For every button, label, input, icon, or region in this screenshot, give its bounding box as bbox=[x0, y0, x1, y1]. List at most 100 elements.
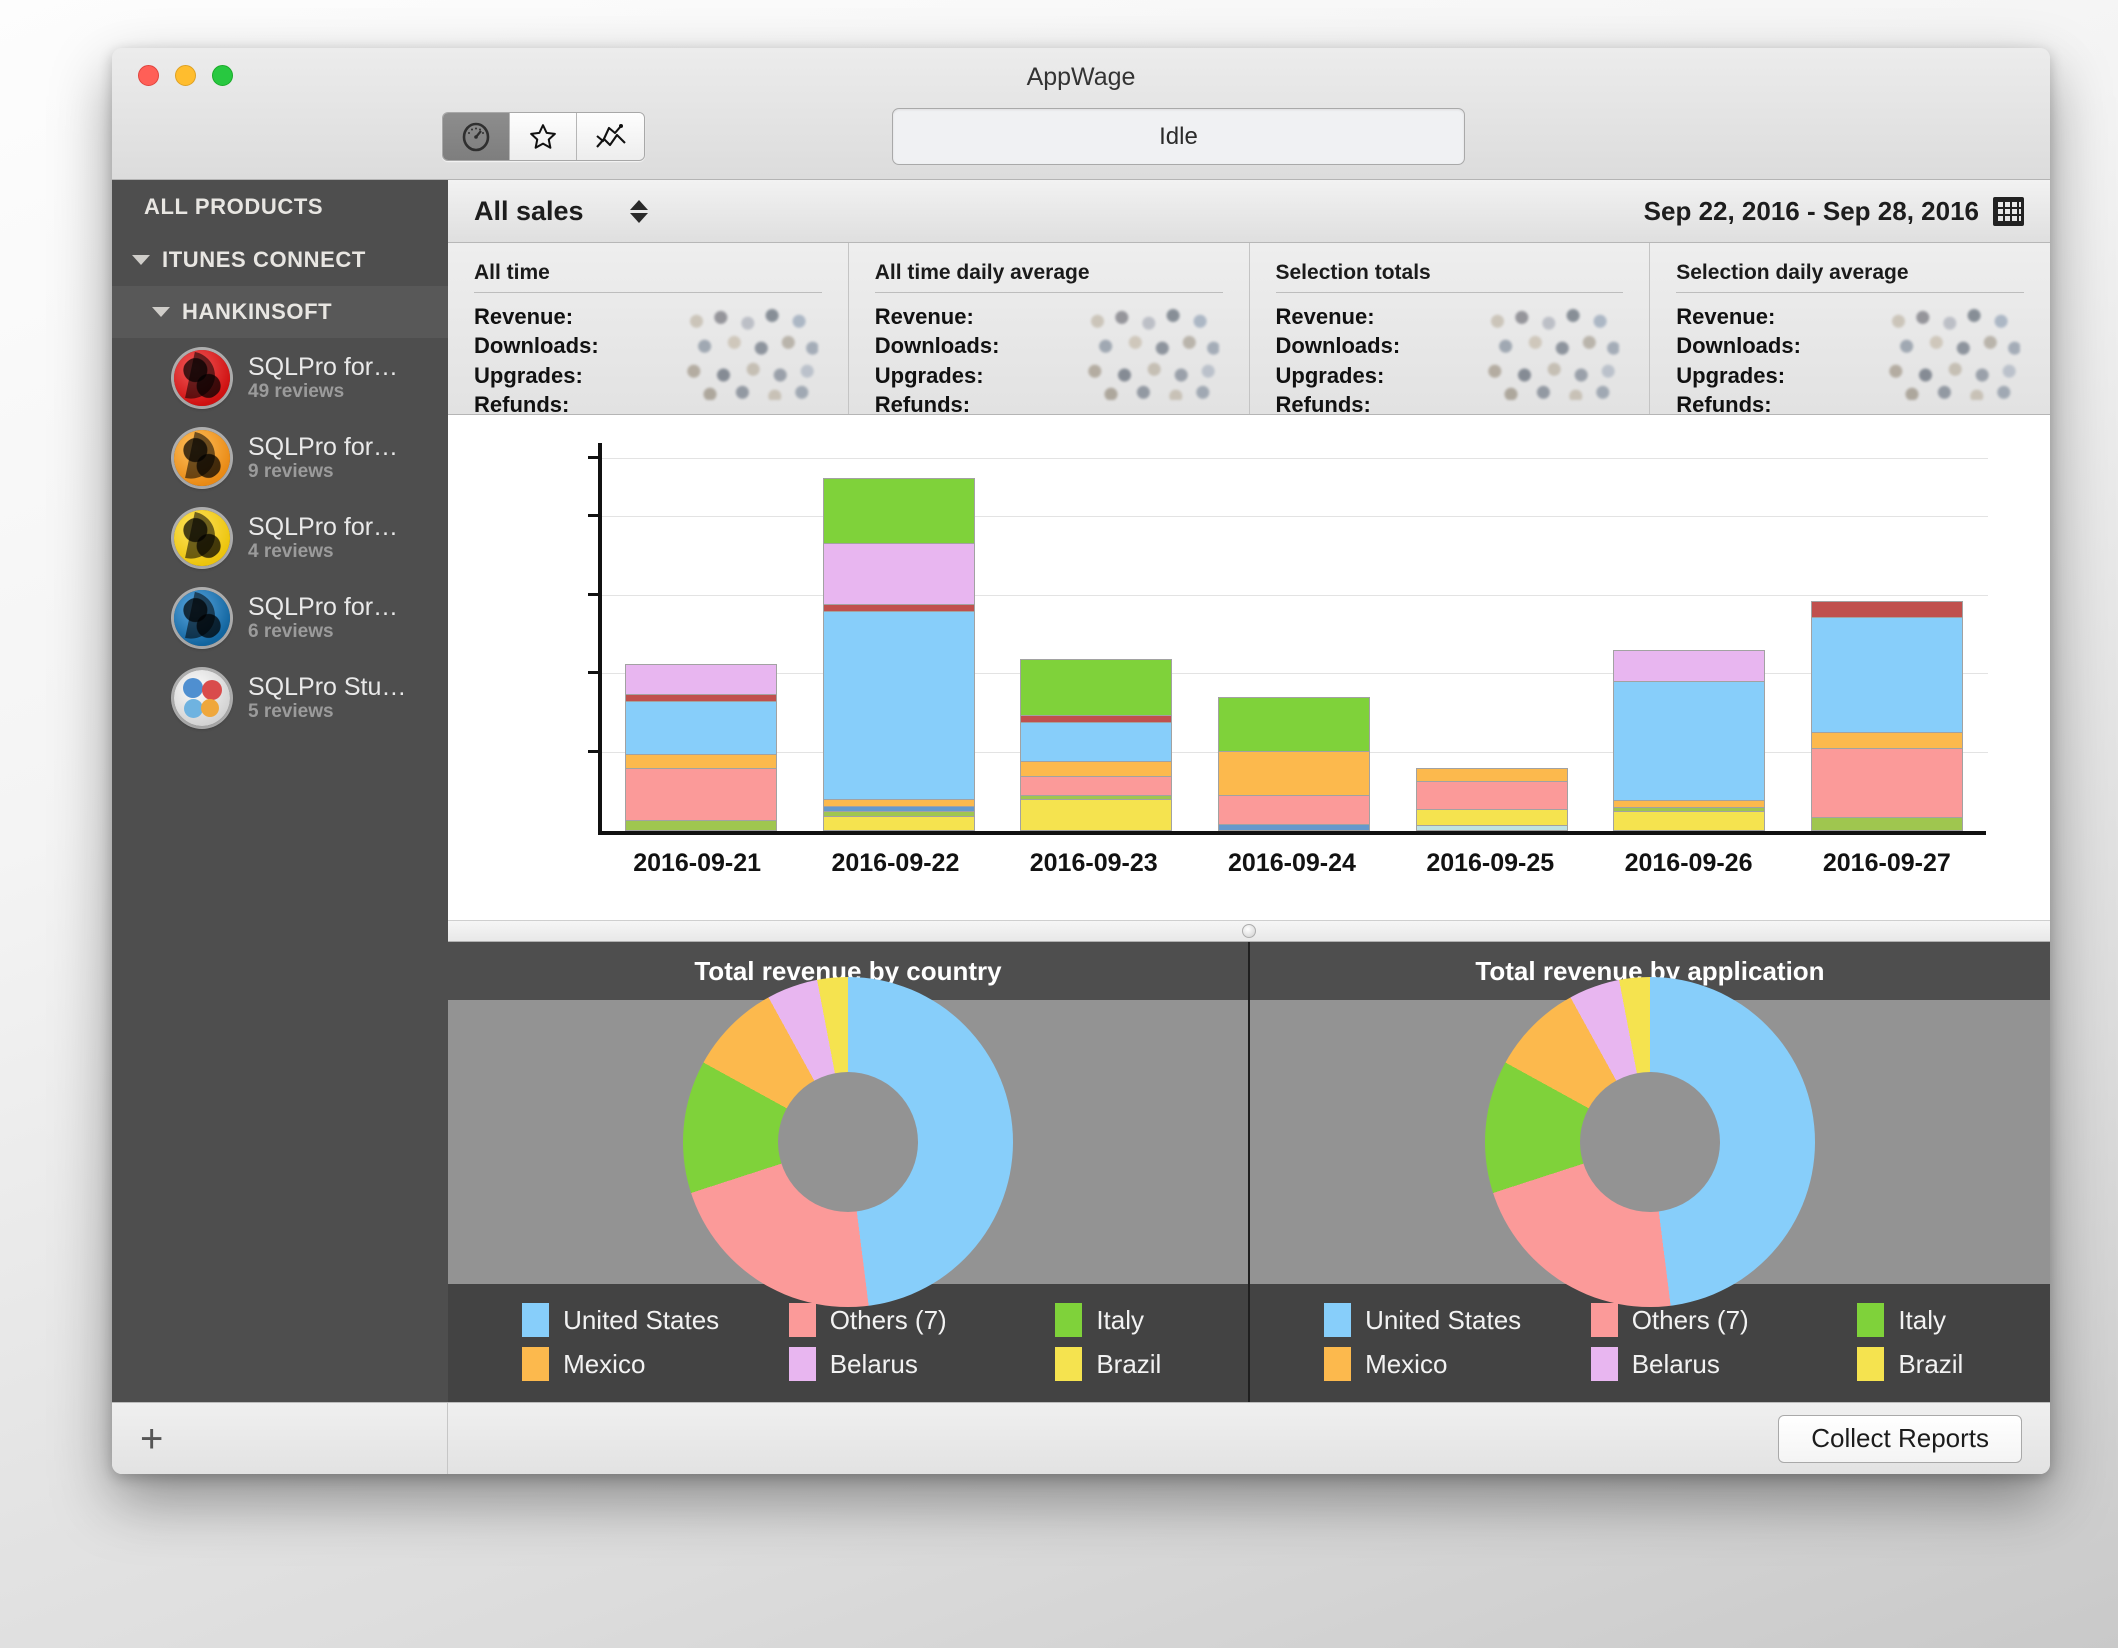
sidebar-group-hankinsoft[interactable]: HANKINSOFT bbox=[112, 286, 448, 338]
stacked-bar[interactable] bbox=[823, 478, 975, 831]
y-axis-tick bbox=[588, 593, 602, 596]
date-range-label: Sep 22, 2016 - Sep 28, 2016 bbox=[1644, 196, 1979, 227]
stacked-bar[interactable] bbox=[1020, 659, 1172, 831]
collect-reports-button[interactable]: Collect Reports bbox=[1778, 1415, 2022, 1463]
legend-label: United States bbox=[563, 1305, 719, 1336]
legend-label: Italy bbox=[1898, 1305, 1946, 1336]
stacked-bar[interactable] bbox=[1613, 650, 1765, 831]
stat-panel-title: Selection daily average bbox=[1676, 261, 2024, 293]
product-name: SQLPro for… bbox=[248, 513, 398, 541]
sidebar: ALL PRODUCTS ITUNES CONNECT HANKINSOFT S… bbox=[112, 180, 448, 1402]
app-icon bbox=[174, 350, 230, 406]
legend-label: Mexico bbox=[563, 1349, 645, 1380]
legend-item[interactable]: Italy bbox=[981, 1298, 1248, 1342]
tab-favorites[interactable] bbox=[510, 113, 577, 160]
sidebar-item-product-4[interactable]: SQLPro for… 6 reviews bbox=[112, 578, 448, 658]
bar-slot bbox=[602, 443, 800, 831]
y-axis-tick bbox=[588, 671, 602, 674]
splitter-handle[interactable] bbox=[1242, 924, 1256, 938]
legend-item[interactable]: Mexico bbox=[448, 1342, 715, 1386]
legend-swatch bbox=[1324, 1303, 1351, 1337]
window-footer: + Collect Reports bbox=[112, 1402, 2050, 1474]
sort-stepper-icon[interactable] bbox=[630, 200, 648, 223]
sidebar-empty-space bbox=[112, 738, 448, 1402]
legend-item[interactable]: United States bbox=[1250, 1298, 1517, 1342]
disclosure-triangle-icon[interactable] bbox=[132, 255, 150, 265]
footer-left: + bbox=[112, 1403, 448, 1474]
sidebar-item-product-2[interactable]: SQLPro for… 9 reviews bbox=[112, 418, 448, 498]
calendar-icon[interactable] bbox=[1993, 197, 2024, 226]
legend-label: United States bbox=[1365, 1305, 1521, 1336]
legend-label: Others (7) bbox=[830, 1305, 947, 1336]
bar-segment bbox=[823, 478, 975, 542]
legend-item[interactable]: Brazil bbox=[981, 1342, 1248, 1386]
filter-bar: All sales Sep 22, 2016 - Sep 28, 2016 bbox=[448, 180, 2050, 243]
stacked-bar[interactable] bbox=[625, 664, 777, 831]
bar-segment bbox=[1811, 817, 1963, 831]
app-icon bbox=[174, 430, 230, 486]
date-range-control[interactable]: Sep 22, 2016 - Sep 28, 2016 bbox=[1644, 196, 2024, 227]
sidebar-item-product-5[interactable]: SQLPro Stu… 5 reviews bbox=[112, 658, 448, 738]
y-axis-tick bbox=[588, 514, 602, 517]
bar-segment bbox=[1613, 681, 1765, 800]
legend-label: Brazil bbox=[1898, 1349, 1963, 1380]
stacked-bar[interactable] bbox=[1416, 768, 1568, 831]
bar-segment bbox=[1218, 697, 1370, 752]
x-axis-label: 2016-09-21 bbox=[598, 849, 796, 878]
bar-segment bbox=[1020, 715, 1172, 722]
sidebar-item-product-1[interactable]: SQLPro for… 49 reviews bbox=[112, 338, 448, 418]
legend-label: Italy bbox=[1096, 1305, 1144, 1336]
disclosure-triangle-icon[interactable] bbox=[152, 307, 170, 317]
tab-trends[interactable] bbox=[577, 113, 644, 160]
sidebar-group-label: HANKINSOFT bbox=[182, 299, 332, 325]
content-area: All sales Sep 22, 2016 - Sep 28, 2016 Al… bbox=[448, 180, 2050, 1402]
legend-item[interactable]: United States bbox=[448, 1298, 715, 1342]
bar-segment bbox=[1218, 751, 1370, 794]
legend-item[interactable]: Belarus bbox=[1517, 1342, 1784, 1386]
sales-filter-label[interactable]: All sales bbox=[474, 196, 584, 227]
stat-panel-title: All time bbox=[474, 261, 822, 293]
panel-splitter[interactable] bbox=[448, 920, 2050, 942]
window-title: AppWage bbox=[112, 63, 2050, 92]
add-product-button[interactable]: + bbox=[140, 1425, 163, 1453]
legend-item[interactable]: Mexico bbox=[1250, 1342, 1517, 1386]
donut-chart-application[interactable] bbox=[1485, 977, 1815, 1307]
legend-label: Others (7) bbox=[1632, 1305, 1749, 1336]
redacted-values bbox=[1084, 304, 1219, 400]
stat-panel-all-time: All time Revenue: Downloads: Upgrades: R… bbox=[448, 243, 849, 414]
sidebar-item-product-3[interactable]: SQLPro for… 4 reviews bbox=[112, 498, 448, 578]
bar-segment bbox=[823, 604, 975, 611]
legend-item[interactable]: Brazil bbox=[1783, 1342, 2050, 1386]
gauge-icon bbox=[460, 121, 492, 153]
bar-segment bbox=[1020, 799, 1172, 831]
legend-item[interactable]: Italy bbox=[1783, 1298, 2050, 1342]
bar-segment bbox=[1811, 617, 1963, 732]
view-mode-segmented-control[interactable] bbox=[442, 112, 645, 161]
redacted-values bbox=[683, 304, 818, 400]
sidebar-group-itunes-connect[interactable]: ITUNES CONNECT bbox=[112, 234, 448, 286]
bar-slot bbox=[1195, 443, 1393, 831]
legend-label: Belarus bbox=[1632, 1349, 1720, 1380]
appwage-window: AppWage bbox=[112, 48, 2050, 1474]
product-reviews: 4 reviews bbox=[248, 541, 334, 562]
legend-swatch bbox=[1591, 1303, 1618, 1337]
x-axis-labels: 2016-09-212016-09-222016-09-232016-09-24… bbox=[598, 849, 1986, 878]
y-axis-tick bbox=[588, 750, 602, 753]
product-reviews: 5 reviews bbox=[248, 701, 334, 722]
product-name: SQLPro for… bbox=[248, 433, 398, 461]
bar-segment bbox=[1020, 761, 1172, 776]
legend-swatch bbox=[522, 1303, 549, 1337]
donut-panel-application: Total revenue by application United Stat… bbox=[1250, 942, 2050, 1402]
legend-item[interactable]: Belarus bbox=[715, 1342, 982, 1386]
bar-segment bbox=[1416, 809, 1568, 826]
sidebar-item-all-products[interactable]: ALL PRODUCTS bbox=[112, 180, 448, 234]
window-titlebar: AppWage bbox=[112, 48, 2050, 180]
status-field[interactable]: Idle bbox=[892, 108, 1465, 165]
bar-segment bbox=[1416, 781, 1568, 809]
stacked-bar[interactable] bbox=[1218, 697, 1370, 831]
stat-panel-selection-totals: Selection totals Revenue: Downloads: Upg… bbox=[1250, 243, 1651, 414]
donut-chart-country[interactable] bbox=[683, 977, 1013, 1307]
stacked-bar[interactable] bbox=[1811, 601, 1963, 831]
stat-panel-all-time-daily-average: All time daily average Revenue: Download… bbox=[849, 243, 1250, 414]
tab-dashboard[interactable] bbox=[443, 113, 510, 160]
